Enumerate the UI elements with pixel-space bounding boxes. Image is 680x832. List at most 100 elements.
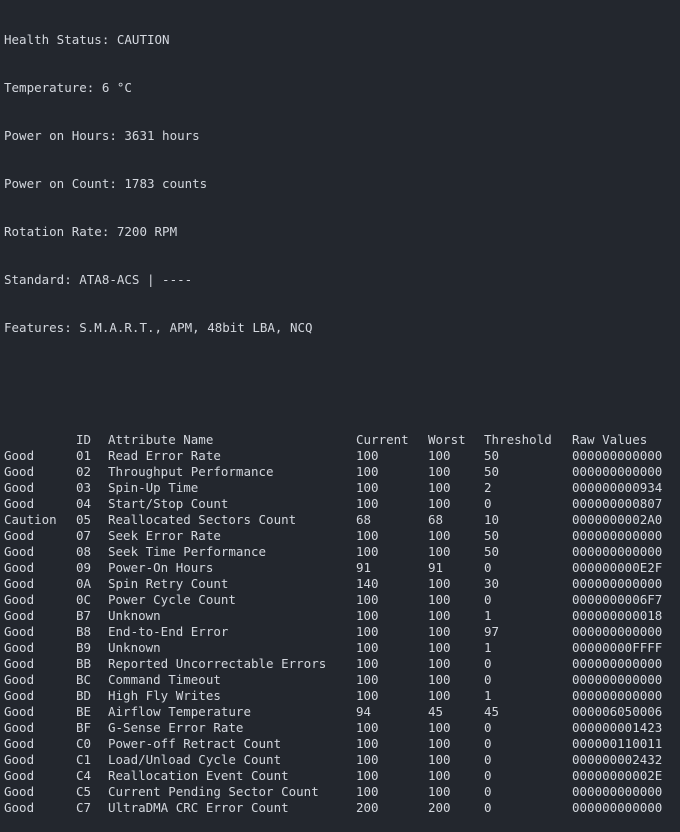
table-row: Good B7 Unknown 100 100 1 000000000018: [4, 608, 668, 624]
table-row: Good 0A Spin Retry Count 140 100 30 0000000000…: [4, 576, 668, 592]
cell-raw-value: 00000000FFFF: [572, 640, 663, 655]
cell-worst: 100: [428, 592, 451, 607]
cell-worst: 100: [428, 544, 451, 559]
cell-status: Good: [4, 736, 35, 751]
cell-attribute-name: Unknown: [108, 640, 161, 655]
cell-id: B8: [76, 624, 92, 639]
table-row: Good BC Command Timeout 100 100 0 000000000000: [4, 672, 668, 688]
cell-worst: 100: [428, 720, 451, 735]
cell-status: Good: [4, 592, 35, 607]
cell-worst: 100: [428, 656, 451, 671]
cell-raw-value: 000000000000: [572, 448, 663, 463]
header-attribute-name: Attribute Name: [108, 432, 214, 447]
cell-raw-value: 000000002432: [572, 752, 663, 767]
features: Features: S.M.A.R.T., APM, 48bit LBA, NC…: [4, 320, 313, 335]
cell-worst: 91: [428, 560, 444, 575]
cell-current: 100: [356, 656, 379, 671]
cell-threshold: 1: [484, 688, 492, 703]
cell-status: Good: [4, 688, 35, 703]
cell-current: 100: [356, 528, 379, 543]
cell-threshold: 50: [484, 464, 500, 479]
cell-raw-value: 000000000000: [572, 544, 663, 559]
cell-attribute-name: Power Cycle Count: [108, 592, 236, 607]
cell-raw-value: 0000000002A0: [572, 512, 663, 527]
cell-attribute-name: Airflow Temperature: [108, 704, 251, 719]
table-row: Good 04 Start/Stop Count 100 100 0 00000000080…: [4, 496, 668, 512]
cell-attribute-name: Unknown: [108, 608, 161, 623]
cell-current: 100: [356, 480, 379, 495]
cell-current: 100: [356, 624, 379, 639]
table-row: Good C0 Power-off Retract Count 100 100 0 0000…: [4, 736, 668, 752]
cell-worst: 100: [428, 576, 451, 591]
cell-worst: 100: [428, 736, 451, 751]
power-on-hours: Power on Hours: 3631 hours: [4, 128, 200, 143]
cell-raw-value: 000000000000: [572, 800, 663, 815]
table-row: Good 01 Read Error Rate 100 100 50 00000000000…: [4, 448, 668, 464]
cell-worst: 68: [428, 512, 444, 527]
table-row: Good C1 Load/Unload Cycle Count 100 100 0 0000…: [4, 752, 668, 768]
table-row: Good C5 Current Pending Sector Count 100 100…: [4, 784, 668, 800]
cell-worst: 200: [428, 800, 451, 815]
cell-status: Good: [4, 752, 35, 767]
cell-raw-value: 000000000000: [572, 784, 663, 799]
cell-status: Good: [4, 720, 35, 735]
cell-worst: 100: [428, 528, 451, 543]
terminal-window: Health Status: CAUTION Temperature: 6 °C…: [0, 0, 680, 815]
cell-raw-value: 000000000000: [572, 672, 663, 687]
cell-id: C1: [76, 752, 92, 767]
cell-current: 100: [356, 592, 379, 607]
cell-worst: 100: [428, 464, 451, 479]
cell-worst: 100: [428, 448, 451, 463]
cell-current: 100: [356, 544, 379, 559]
table-row: Good B9 Unknown 100 100 1 00000000FFFF: [4, 640, 668, 656]
cell-id: 08: [76, 544, 92, 559]
cell-threshold: 0: [484, 800, 492, 815]
cell-worst: 100: [428, 784, 451, 799]
header-status: [4, 432, 76, 448]
cell-threshold: 50: [484, 544, 500, 559]
cell-threshold: 1: [484, 640, 492, 655]
cell-raw-value: 000000000934: [572, 480, 663, 495]
cell-threshold: 0: [484, 768, 492, 783]
cell-threshold: 0: [484, 672, 492, 687]
cell-id: BB: [76, 656, 92, 671]
cell-status: Good: [4, 544, 35, 559]
cell-worst: 100: [428, 624, 451, 639]
cell-raw-value: 000000000807: [572, 496, 663, 511]
cell-id: 0A: [76, 576, 92, 591]
cell-current: 100: [356, 640, 379, 655]
table-row: Good 02 Throughput Performance 100 100 50 0000…: [4, 464, 668, 480]
table-row: Good C7 UltraDMA CRC Error Count 200 200 0 000…: [4, 800, 668, 816]
cell-threshold: 0: [484, 560, 492, 575]
cell-worst: 45: [428, 704, 444, 719]
cell-attribute-name: Command Timeout: [108, 672, 221, 687]
cell-current: 100: [356, 608, 379, 623]
cell-current: 200: [356, 800, 379, 815]
table-row: Good C4 Reallocation Event Count 100 100 0 000…: [4, 768, 668, 784]
cell-attribute-name: Reallocated Sectors Count: [108, 512, 297, 527]
cell-status: Good: [4, 672, 35, 687]
cell-attribute-name: High Fly Writes: [108, 688, 221, 703]
cell-threshold: 0: [484, 720, 492, 735]
cell-raw-value: 000006050006: [572, 704, 663, 719]
smart-attributes-table: ID Attribute Name Current Worst Threshol…: [4, 432, 668, 816]
cell-id: 09: [76, 560, 92, 575]
cell-raw-value: 0000000006F7: [572, 592, 663, 607]
cell-current: 100: [356, 768, 379, 783]
cell-status: Good: [4, 576, 35, 591]
cell-threshold: 0: [484, 656, 492, 671]
cell-raw-value: 000000110011: [572, 736, 663, 751]
cell-id: 03: [76, 480, 92, 495]
cell-current: 100: [356, 688, 379, 703]
standard: Standard: ATA8-ACS | ----: [4, 272, 193, 287]
header-worst: Worst: [428, 432, 466, 447]
cell-attribute-name: Seek Time Performance: [108, 544, 267, 559]
cell-attribute-name: UltraDMA CRC Error Count: [108, 800, 289, 815]
table-row: Good 08 Seek Time Performance 100 100 50 00000…: [4, 544, 668, 560]
rotation-rate: Rotation Rate: 7200 RPM: [4, 224, 178, 239]
cell-attribute-name: Seek Error Rate: [108, 528, 221, 543]
cell-id: BE: [76, 704, 92, 719]
cell-id: C7: [76, 800, 92, 815]
cell-status: Good: [4, 448, 35, 463]
